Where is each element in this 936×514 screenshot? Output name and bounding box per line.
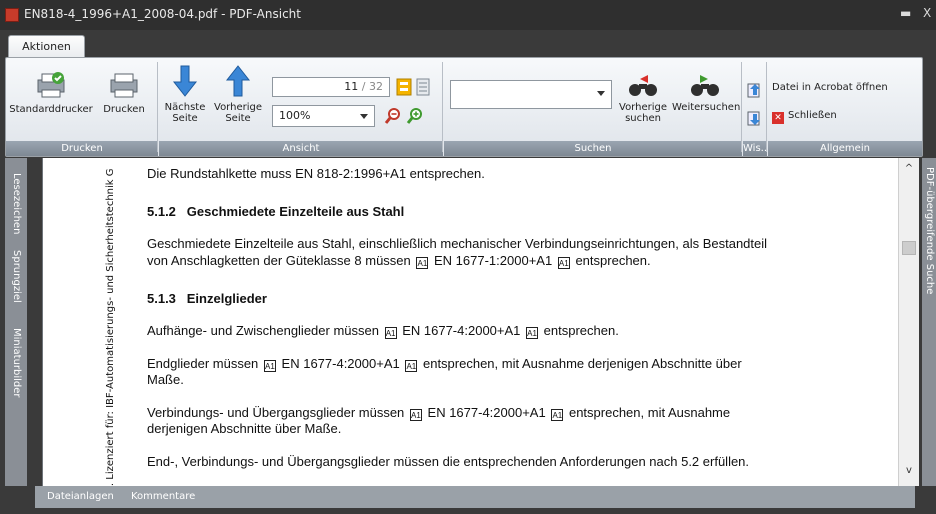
search-previous-button[interactable]: Vorherige suchen bbox=[616, 72, 670, 124]
zoom-value: 100% bbox=[279, 109, 311, 122]
total-pages: / 32 bbox=[361, 80, 383, 93]
zoom-select[interactable]: 100% bbox=[272, 105, 375, 127]
binoculars-forward-icon bbox=[691, 75, 719, 96]
wis-group: Wis... bbox=[743, 58, 771, 156]
close-document-button[interactable]: ✕ Schließen bbox=[772, 110, 837, 124]
license-watermark: t. Lizenziert für: IBF-Automatisierungs-… bbox=[105, 168, 116, 486]
amendment-start-marker: A1 bbox=[416, 257, 429, 269]
amendment-start-marker: A1 bbox=[263, 360, 276, 372]
wis-group-label: Wis... bbox=[743, 141, 771, 156]
paragraph: End-, Verbindungs- und Übergangsglieder … bbox=[147, 454, 750, 469]
section-heading-5-1-2: 5.1.2 Geschmiedete Einzelteile aus Stahl bbox=[147, 204, 405, 219]
open-in-acrobat-button[interactable]: Datei in Acrobat öffnen bbox=[772, 82, 888, 93]
single-page-icon[interactable] bbox=[396, 78, 412, 96]
amendment-end-marker: A1 bbox=[405, 360, 418, 372]
paragraph: Die Rundstahlkette muss EN 818-2:1996+A1… bbox=[147, 166, 485, 181]
print-button[interactable]: Drucken bbox=[95, 70, 153, 115]
paragraph: Verbindungs- und Übergangsglieder müssen… bbox=[147, 405, 731, 421]
arrow-down-icon bbox=[172, 65, 198, 97]
prev-page-button[interactable]: Vorherige Seite bbox=[213, 64, 263, 124]
ribbon-tab-row: Aktionen bbox=[0, 30, 936, 58]
group-separator bbox=[157, 62, 158, 152]
paragraph: Geschmiedete Einzelteile aus Stahl, eins… bbox=[147, 236, 768, 251]
printer-icon bbox=[110, 73, 138, 98]
attachments-bar: Dateianlagen Kommentare bbox=[35, 486, 915, 508]
tab-jump-targets[interactable]: Sprungziel bbox=[5, 244, 27, 308]
section-heading-5-1-3: 5.1.3 Einzelglieder bbox=[147, 291, 267, 306]
tab-aktionen[interactable]: Aktionen bbox=[8, 35, 85, 58]
amendment-end-marker: A1 bbox=[557, 257, 570, 269]
search-previous-label-1: Vorherige bbox=[619, 102, 667, 113]
bottom-bar: Dateianlagen Kommentare bbox=[0, 486, 936, 514]
paragraph: Maße. bbox=[147, 372, 184, 387]
standard-printer-label: Standarddrucker bbox=[9, 104, 93, 115]
paragraph: Aufhänge- und Zwischenglieder müssen A1 … bbox=[147, 323, 619, 339]
tab-thumbnails[interactable]: Miniaturbilder bbox=[5, 318, 27, 408]
prev-page-label-1: Vorherige bbox=[214, 102, 262, 113]
print-label: Drucken bbox=[103, 104, 145, 115]
general-group-label: Allgemein bbox=[768, 141, 922, 156]
print-group: Standarddrucker Drucken Drucken bbox=[6, 58, 158, 156]
print-group-label: Drucken bbox=[6, 141, 158, 156]
view-group-label: Ansicht bbox=[159, 141, 443, 156]
printer-check-icon bbox=[37, 72, 65, 98]
next-page-button[interactable]: Nächste Seite bbox=[163, 64, 207, 124]
group-separator bbox=[766, 62, 767, 152]
group-separator bbox=[442, 62, 443, 152]
chevron-down-icon bbox=[597, 91, 605, 96]
search-previous-label-2: suchen bbox=[625, 113, 661, 124]
page-number-input[interactable]: 11 / 32 bbox=[272, 77, 390, 97]
tab-comments[interactable]: Kommentare bbox=[131, 491, 195, 502]
page-layout-icon[interactable] bbox=[416, 78, 430, 96]
current-page: 11 bbox=[344, 80, 359, 93]
search-group: Vorherige suchen Weitersuchen Suchen bbox=[444, 58, 742, 156]
zoom-in-icon[interactable] bbox=[406, 107, 424, 125]
prev-page-label-2: Seite bbox=[225, 113, 251, 124]
group-separator bbox=[741, 62, 742, 152]
tab-bookmarks[interactable]: Lesezeichen bbox=[5, 168, 27, 240]
amendment-start-marker: A1 bbox=[409, 409, 422, 421]
close-document-label: Schließen bbox=[788, 110, 837, 121]
paragraph: von Anschlagketten der Güteklasse 8 müss… bbox=[147, 253, 651, 269]
scroll-down-icon[interactable]: v bbox=[902, 464, 916, 478]
minimize-button[interactable]: ▬ bbox=[900, 6, 911, 20]
next-page-label-1: Nächste bbox=[164, 102, 206, 113]
close-icon: ✕ bbox=[772, 112, 784, 124]
next-page-label-2: Seite bbox=[172, 113, 198, 124]
tab-attachments[interactable]: Dateianlagen bbox=[47, 491, 114, 502]
standard-printer-button[interactable]: Standarddrucker bbox=[8, 70, 94, 115]
zoom-out-icon[interactable] bbox=[384, 107, 402, 125]
view-group: Nächste Seite Vorherige Seite 11 / 32 10… bbox=[159, 58, 443, 156]
title-bar: EN818-4_1996+A1_2008-04.pdf - PDF-Ansich… bbox=[0, 0, 936, 30]
paragraph: Endglieder müssen A1 EN 1677-4:2000+A1 A… bbox=[147, 356, 742, 372]
general-group: Datei in Acrobat öffnen ✕ Schließen Allge… bbox=[768, 58, 922, 156]
chevron-down-icon bbox=[360, 114, 368, 119]
search-next-button[interactable]: Weitersuchen bbox=[672, 72, 741, 113]
open-in-acrobat-label: Datei in Acrobat öffnen bbox=[772, 82, 888, 93]
search-input[interactable] bbox=[450, 80, 612, 109]
search-next-label: Weitersuchen bbox=[672, 102, 741, 113]
pdf-app-icon bbox=[5, 8, 19, 22]
up-doc-icon[interactable] bbox=[747, 82, 763, 98]
tab-cross-pdf-search[interactable]: PDF-übergreifende Suche bbox=[922, 166, 936, 296]
amendment-end-marker: A1 bbox=[526, 327, 539, 339]
down-doc-icon[interactable] bbox=[747, 110, 763, 126]
search-group-label: Suchen bbox=[444, 141, 742, 156]
main-area: Lesezeichen Sprungziel Miniaturbilder t.… bbox=[0, 158, 936, 486]
scroll-thumb[interactable] bbox=[902, 241, 916, 255]
binoculars-back-icon bbox=[629, 75, 657, 96]
arrow-up-icon bbox=[225, 65, 251, 97]
left-side-panel: Lesezeichen Sprungziel Miniaturbilder bbox=[5, 158, 27, 486]
amendment-end-marker: A1 bbox=[551, 409, 564, 421]
window-title: EN818-4_1996+A1_2008-04.pdf - PDF-Ansich… bbox=[24, 7, 301, 21]
vertical-scrollbar[interactable]: ^ v bbox=[898, 158, 919, 486]
paragraph: derjenigen Abschnitte über Maße. bbox=[147, 421, 342, 436]
close-window-button[interactable]: X bbox=[923, 6, 931, 20]
scroll-up-icon[interactable]: ^ bbox=[902, 162, 916, 176]
pdf-document-view[interactable]: t. Lizenziert für: IBF-Automatisierungs-… bbox=[42, 158, 899, 486]
right-side-panel: PDF-übergreifende Suche bbox=[922, 158, 936, 486]
ribbon: Standarddrucker Drucken Drucken Nächste … bbox=[5, 57, 923, 157]
amendment-start-marker: A1 bbox=[384, 327, 397, 339]
